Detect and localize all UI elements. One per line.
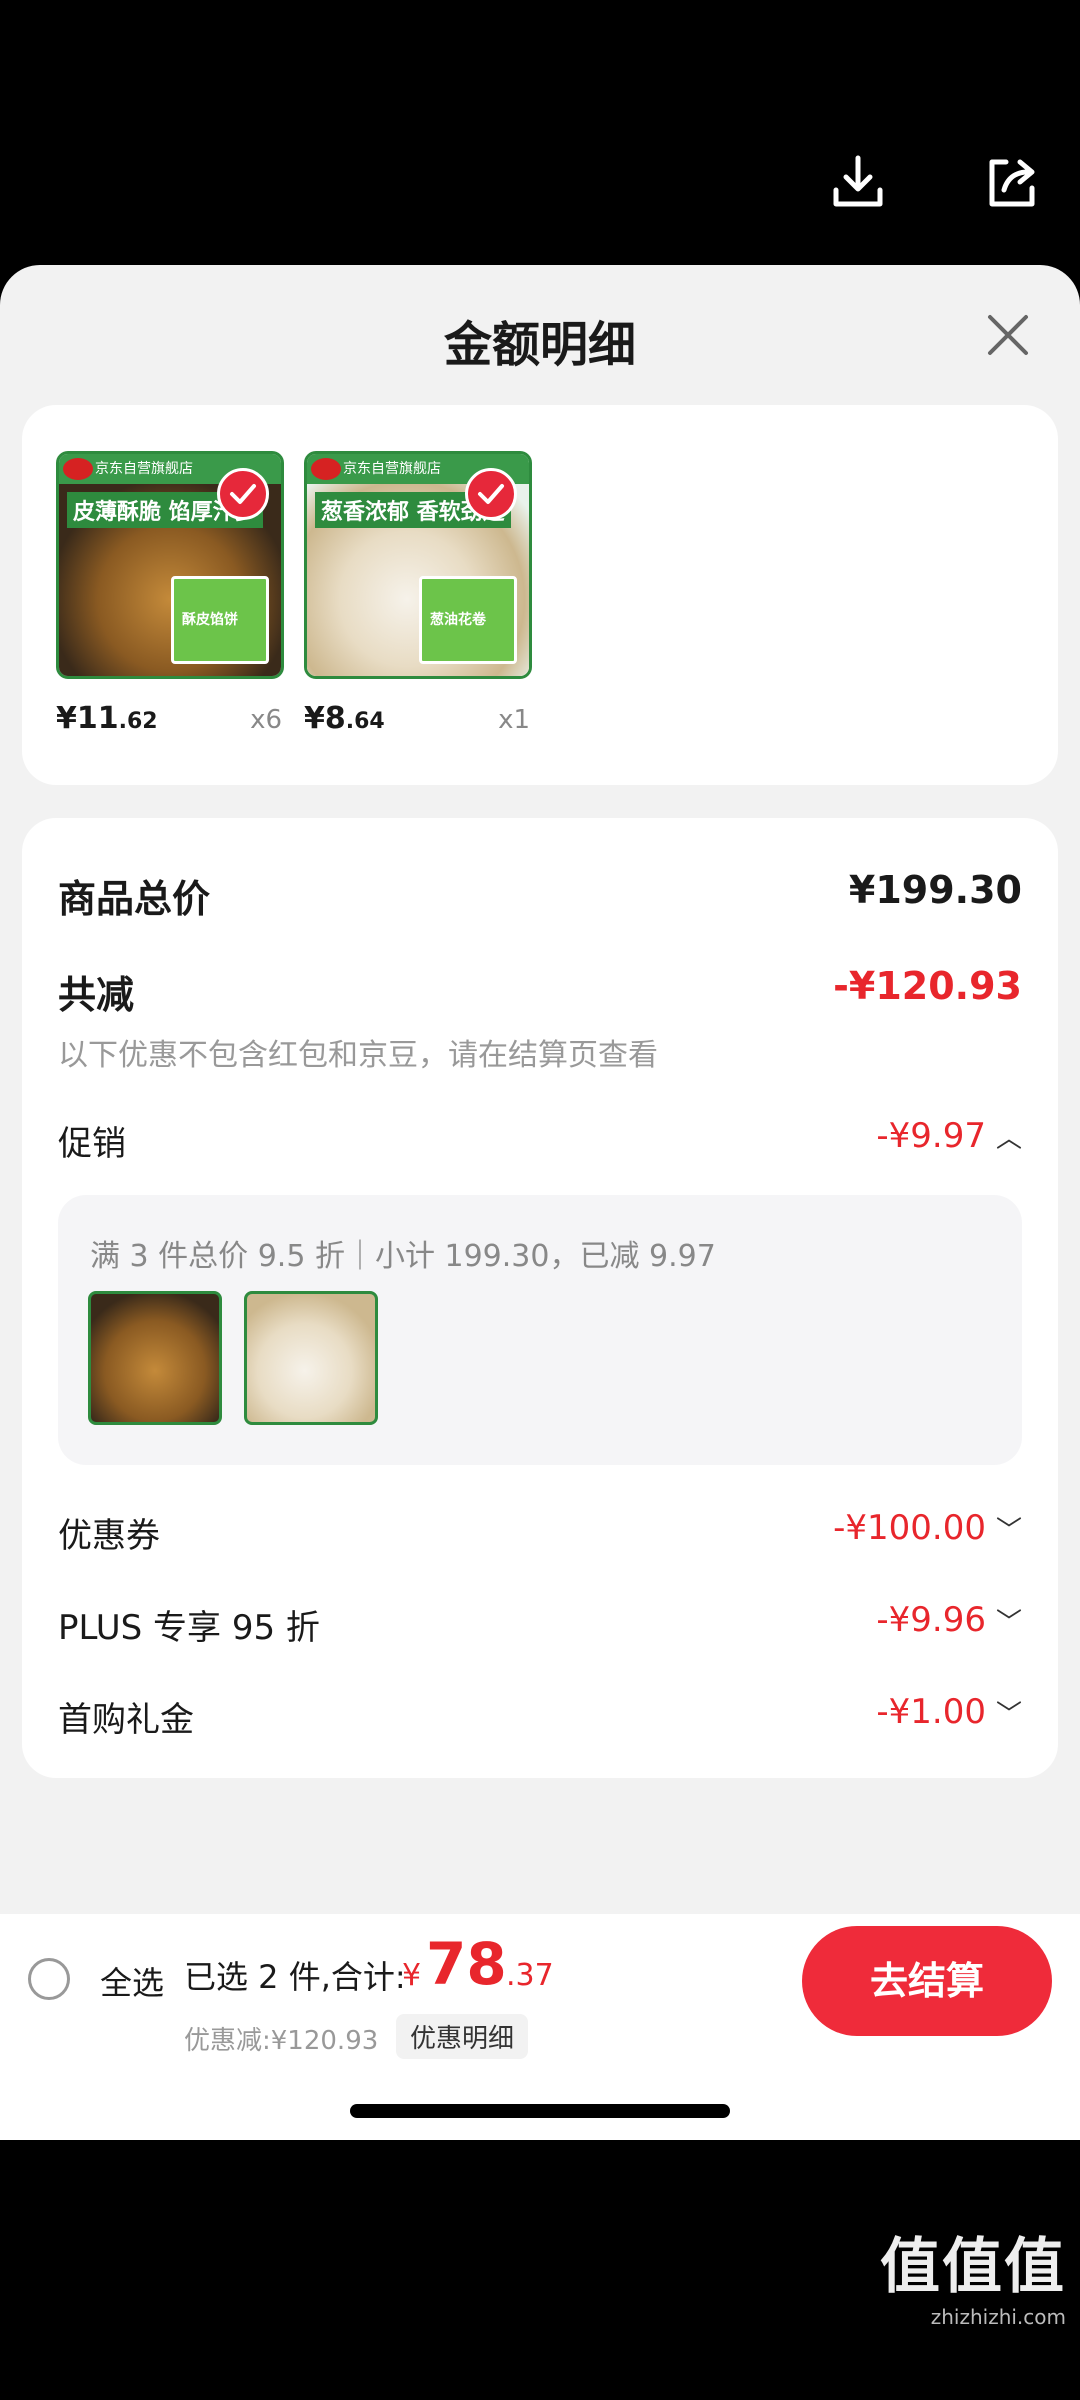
gift-label: 首购礼金	[58, 1700, 194, 1740]
package-label: 酥皮馅饼	[182, 612, 238, 628]
select-all-radio[interactable]	[28, 1958, 70, 2000]
total-currency: ¥	[402, 1958, 422, 1993]
promo-product-thumb	[244, 1291, 378, 1425]
discount-note: 以下优惠不包含红包和京豆，请在结算页查看	[58, 1038, 658, 1073]
reduce-row: 共减 -¥120.93	[58, 964, 1022, 1017]
product-item[interactable]: 京东自营旗舰店 皮薄酥脆 馅厚汁多 酥皮馅饼 ¥11.62 x6	[56, 451, 284, 736]
promo-detail-text: 满 3 件总价 9.5 折｜小计 199.30，已减 9.97	[90, 1239, 716, 1274]
sheet-title: 金额明细	[443, 317, 636, 373]
close-icon[interactable]	[980, 307, 1036, 363]
plus-label: PLUS 专享 95 折	[58, 1608, 320, 1648]
product-qty: x1	[498, 705, 530, 735]
product-thumbnail: 京东自营旗舰店 葱香浓郁 香软劲道 葱油花卷	[304, 451, 532, 679]
plus-value-wrap: -¥9.96 ﹀	[876, 1600, 1022, 1640]
download-icon[interactable]	[826, 150, 890, 214]
chevron-up-icon[interactable]: ︿	[996, 1118, 1022, 1155]
promo-value-wrap: -¥9.97 ︿	[876, 1116, 1022, 1156]
promo-detail-box: 满 3 件总价 9.5 折｜小计 199.30，已减 9.97	[58, 1195, 1022, 1465]
promo-row[interactable]: 促销 -¥9.97 ︿	[58, 1116, 1022, 1164]
total-value: ¥199.30	[848, 868, 1022, 912]
price-int: ¥11	[56, 701, 119, 736]
share-icon[interactable]	[980, 150, 1044, 214]
reduce-label: 共减	[58, 973, 135, 1017]
checkout-bar: 全选 已选 2 件,合计: ¥ 78 .37 优惠减:¥120.93 优惠明细 …	[0, 1914, 1080, 2140]
coupon-label: 优惠券	[58, 1516, 160, 1556]
checked-icon[interactable]	[465, 468, 517, 520]
product-qty: x6	[250, 705, 282, 735]
top-bar	[0, 0, 1080, 262]
gift-value-wrap: -¥1.00 ﹀	[876, 1692, 1022, 1732]
package-image: 酥皮馅饼	[171, 576, 269, 664]
total-amount-dec: .37	[506, 1958, 554, 1993]
chevron-down-icon[interactable]: ﹀	[996, 1602, 1022, 1639]
brand-logo-icon	[63, 458, 93, 480]
coupon-value: -¥100.00	[833, 1508, 986, 1548]
chevron-down-icon[interactable]: ﹀	[996, 1510, 1022, 1547]
total-label: 商品总价	[58, 877, 211, 921]
store-name: 京东自营旗舰店	[95, 461, 193, 477]
watermark: 值值值 zhizhizhi.com	[866, 2218, 1066, 2329]
price-int: ¥8	[304, 701, 346, 736]
product-list-card: 京东自营旗舰店 皮薄酥脆 馅厚汁多 酥皮馅饼 ¥11.62 x6 京东自营旗舰店…	[22, 405, 1058, 785]
plus-value: -¥9.96	[876, 1600, 986, 1640]
product-price: ¥8.64	[304, 701, 385, 736]
brand-logo-icon	[311, 458, 341, 480]
package-label: 葱油花卷	[430, 612, 486, 628]
gift-value: -¥1.00	[876, 1692, 986, 1732]
chevron-down-icon[interactable]: ﹀	[996, 1694, 1022, 1731]
amount-detail-sheet: 金额明细 京东自营旗舰店 皮薄酥脆 馅厚汁多 酥皮馅饼 ¥11.62 x6 京东…	[0, 265, 1080, 2140]
coupon-row[interactable]: 优惠券 -¥100.00 ﹀	[58, 1508, 1022, 1556]
select-all-label[interactable]: 全选	[100, 1958, 164, 2004]
promo-product-thumb	[88, 1291, 222, 1425]
total-row: 商品总价 ¥199.30	[58, 868, 1022, 921]
product-thumbnail: 京东自营旗舰店 皮薄酥脆 馅厚汁多 酥皮馅饼	[56, 451, 284, 679]
price-summary-card: 商品总价 ¥199.30 共减 -¥120.93 以下优惠不包含红包和京豆，请在…	[22, 818, 1058, 1778]
store-name: 京东自营旗舰店	[343, 461, 441, 477]
product-price: ¥11.62	[56, 701, 158, 736]
watermark-url: zhizhizhi.com	[930, 2305, 1066, 2329]
price-dec: .64	[345, 709, 385, 734]
discount-detail-button[interactable]: 优惠明细	[396, 2014, 529, 2059]
total-amount-int: 78	[426, 1930, 507, 1998]
checkout-button[interactable]: 去结算	[802, 1926, 1052, 2036]
product-item[interactable]: 京东自营旗舰店 葱香浓郁 香软劲道 葱油花卷 ¥8.64 x1	[304, 451, 532, 736]
discount-text: 优惠减:¥120.93	[184, 2026, 379, 2056]
promo-label: 促销	[58, 1124, 126, 1164]
selected-count: 已选 2 件,合计:	[184, 1958, 406, 1996]
watermark-logo: 值值值	[880, 2232, 1066, 2302]
gift-row[interactable]: 首购礼金 -¥1.00 ﹀	[58, 1692, 1022, 1740]
package-image: 葱油花卷	[419, 576, 517, 664]
home-indicator[interactable]	[350, 2104, 730, 2118]
reduce-value: -¥120.93	[833, 964, 1022, 1008]
coupon-value-wrap: -¥100.00 ﹀	[833, 1508, 1022, 1548]
note-row: 以下优惠不包含红包和京豆，请在结算页查看	[58, 1030, 1022, 1073]
checked-icon[interactable]	[217, 468, 269, 520]
price-dec: .62	[118, 709, 158, 734]
plus-row[interactable]: PLUS 专享 95 折 -¥9.96 ﹀	[58, 1600, 1022, 1648]
promo-value: -¥9.97	[876, 1116, 986, 1156]
